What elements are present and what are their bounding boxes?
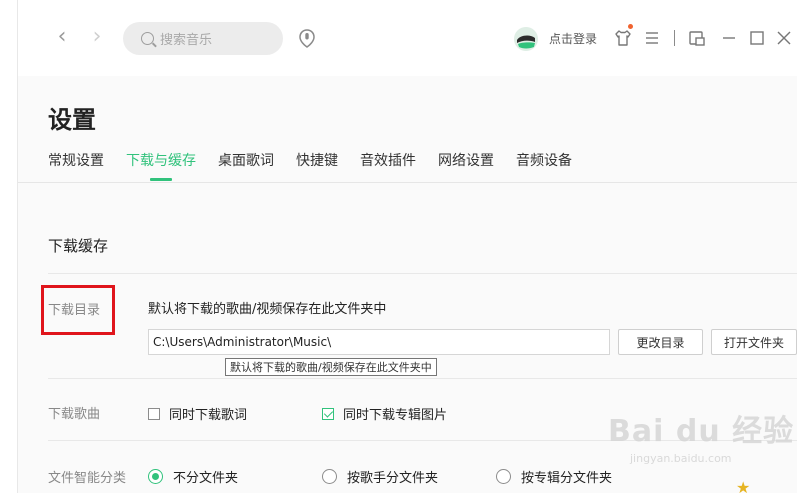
maximize-button[interactable] [746,27,768,49]
settings-tabs: 常规设置 下载与缓存 桌面歌词 快捷键 音效插件 网络设置 音频设备 [48,150,594,182]
radio-dot [496,469,511,484]
tab-audio-device[interactable]: 音频设备 [516,150,572,182]
download-dir-path-field[interactable]: C:\Users\Administrator\Music\ [148,329,610,355]
download-lyrics-checkbox[interactable]: 同时下载歌词 [148,404,247,423]
toolbar-divider [674,30,675,46]
back-arrow-icon[interactable]: ‹ [50,26,74,50]
download-song-label: 下载歌曲 [48,407,101,422]
radio-label: 不分文件夹 [173,471,239,486]
close-button[interactable] [773,27,795,49]
skin-button[interactable] [612,24,634,49]
watermark-logo: Bai du 经验 [608,414,795,449]
checkbox-label: 同时下载歌词 [169,408,248,423]
open-folder-button[interactable]: 打开文件夹 [711,329,797,355]
download-cover-checkbox[interactable]: 同时下载专辑图片 [322,404,447,423]
tab-audio-plugins[interactable]: 音效插件 [360,150,416,182]
search-placeholder: 搜索音乐 [160,33,213,48]
left-edge [0,0,18,493]
download-dir-description: 默认将下载的歌曲/视频保存在此文件夹中 [148,302,387,317]
radio-by-album[interactable]: 按专辑分文件夹 [496,467,612,486]
mini-mode-icon [689,31,705,46]
top-bar: ‹ › 搜索音乐 点击登录 [18,0,797,76]
search-input[interactable]: 搜索音乐 [123,22,283,55]
section-title: 下载缓存 [48,237,109,255]
tab-general[interactable]: 常规设置 [48,150,104,182]
star-icon: ★ [736,478,751,493]
radio-no-folder[interactable]: 不分文件夹 [148,467,238,486]
tab-download-cache[interactable]: 下载与缓存 [126,150,196,182]
tab-shortcuts[interactable]: 快捷键 [296,150,338,182]
menu-button[interactable] [641,27,663,49]
radio-label: 按歌手分文件夹 [347,471,439,486]
checkbox-box [148,407,160,420]
row-divider [48,378,797,379]
file-classify-label: 文件智能分类 [48,471,127,486]
maximize-icon [750,31,764,45]
settings-window: ‹ › 搜索音乐 点击登录 设置 常规设置 下载与缓存 桌面歌词 快捷键 音效插… [18,0,797,493]
notification-dot [628,24,633,29]
tab-desktop-lyrics[interactable]: 桌面歌词 [218,150,274,182]
watermark-url: jingyan.baidu.com [630,452,732,465]
page-title: 设置 [48,106,96,134]
tooltip: 默认将下载的歌曲/视频保存在此文件夹中 [225,358,437,376]
search-icon [141,32,154,45]
radio-label: 按专辑分文件夹 [521,471,613,486]
radio-dot [322,469,337,484]
mini-mode-button[interactable] [686,27,708,49]
forward-arrow-icon[interactable]: › [85,26,109,50]
menu-icon [646,32,658,44]
minimize-button[interactable] [718,27,740,49]
tabs-divider [18,182,797,183]
login-link[interactable]: 点击登录 [549,30,597,47]
checkbox-box-checked [322,407,334,420]
radio-by-artist[interactable]: 按歌手分文件夹 [322,467,438,486]
radio-dot-selected [148,469,163,484]
voice-search-icon[interactable] [298,28,316,48]
shirt-icon [615,30,631,46]
tab-network[interactable]: 网络设置 [438,150,494,182]
annotation-highlight-box [41,285,115,335]
close-icon [777,31,791,45]
avatar[interactable] [514,27,538,51]
minimize-icon [723,37,735,39]
change-dir-button[interactable]: 更改目录 [618,329,703,355]
avatar-icon [514,27,538,51]
row-divider [48,273,797,274]
checkbox-label: 同时下载专辑图片 [343,408,448,423]
